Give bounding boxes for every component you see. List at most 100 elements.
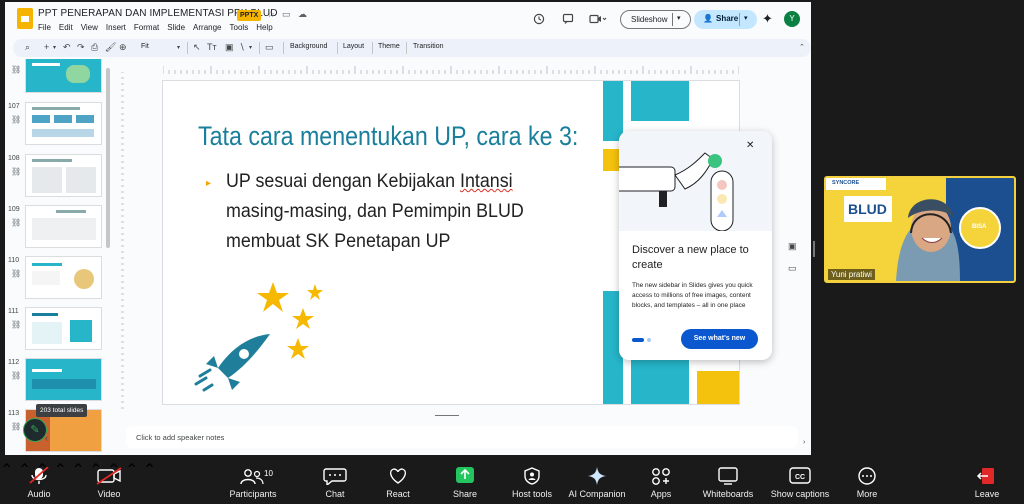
meeting-controls-bar: Audio ⌃ Video ⌃ Participants 10 ⌃ xyxy=(0,460,1024,504)
comments-icon[interactable] xyxy=(562,13,574,28)
new-slide-dropdown-icon[interactable]: ▾ xyxy=(53,44,56,51)
paint-format-icon[interactable]: 🖌 xyxy=(105,42,116,53)
insert-comment-icon[interactable]: ▭ xyxy=(265,42,274,53)
slide-thumbnail[interactable] xyxy=(25,256,102,299)
menu-file[interactable]: File xyxy=(38,23,51,32)
horizontal-ruler xyxy=(163,66,739,74)
whiteboard-icon xyxy=(718,467,738,485)
theme-button[interactable]: Theme xyxy=(378,43,400,50)
slideshow-dropdown-icon[interactable]: ▾ xyxy=(677,14,681,22)
slideshow-button[interactable]: Slideshow ▾ xyxy=(620,10,691,29)
menu-edit[interactable]: Edit xyxy=(59,23,73,32)
menu-slide[interactable]: Slide xyxy=(167,23,185,32)
line-icon[interactable]: ∖ xyxy=(239,42,245,53)
discover-sidebar-promo-card: ✕ Discover a new place to create The new… xyxy=(619,131,772,360)
misspelled-word[interactable]: Intansi xyxy=(460,171,513,192)
menu-format[interactable]: Format xyxy=(134,23,159,32)
linked-slide-icon: ⛓ xyxy=(11,65,22,74)
see-whats-new-button[interactable]: See what's new xyxy=(681,329,758,349)
slide-thumbnail[interactable] xyxy=(25,307,102,350)
move-folder-icon[interactable]: ▭ xyxy=(282,9,291,20)
whiteboards-button[interactable]: Whiteboards xyxy=(688,460,768,504)
transition-button[interactable]: Transition xyxy=(413,43,443,50)
leave-door-icon xyxy=(976,468,994,484)
line-dropdown-icon[interactable]: ▾ xyxy=(249,44,252,51)
slide-body-text[interactable]: UP sesuai dengan Kebijakan Intansi masin… xyxy=(226,167,536,257)
star-icon[interactable]: ☆ xyxy=(267,9,275,20)
speaker-notes-placeholder: Click to add speaker notes xyxy=(136,433,225,442)
notes-resize-handle[interactable] xyxy=(435,415,459,416)
leave-label: Leave xyxy=(974,489,1000,499)
new-slide-icon[interactable]: + xyxy=(44,42,49,52)
annotate-pen-icon[interactable]: ✎ xyxy=(23,418,47,442)
view-splitter-handle[interactable] xyxy=(813,241,815,257)
slide-number: 110 xyxy=(8,257,20,264)
slide-number: 113 xyxy=(8,410,20,417)
zoom-dropdown-icon[interactable]: ▾ xyxy=(177,44,180,51)
promo-pagination-dots xyxy=(632,338,651,342)
print-icon[interactable]: ⎙ xyxy=(91,42,98,53)
zoom-icon[interactable]: ⊕ xyxy=(119,42,127,53)
share-button[interactable]: 👤 Share ▾ xyxy=(694,10,757,29)
share-label: Share xyxy=(716,14,739,23)
participant-name-label: Yuni pratiwi xyxy=(828,269,875,280)
participants-label: Participants xyxy=(229,489,277,499)
promo-title: Discover a new place to create xyxy=(632,244,749,271)
menu-insert[interactable]: Insert xyxy=(106,23,126,32)
expand-right-panel-icon[interactable]: › xyxy=(803,439,805,446)
menu-view[interactable]: View xyxy=(81,23,98,32)
speaker-notes[interactable]: Click to add speaker notes xyxy=(126,426,798,448)
filmstrip-scrollbar[interactable] xyxy=(106,68,110,248)
participants-button[interactable]: Participants xyxy=(212,460,294,504)
share-person-icon: 👤 xyxy=(703,14,713,23)
cloud-status-icon[interactable]: ☁ xyxy=(298,9,307,20)
meet-camera-icon[interactable] xyxy=(589,13,607,28)
user-avatar[interactable]: Y xyxy=(784,11,800,27)
more-button[interactable]: More xyxy=(828,460,906,504)
file-format-badge: PPTX xyxy=(237,10,262,21)
background-title-text: BLUD xyxy=(848,201,887,217)
vertical-ruler xyxy=(121,72,124,409)
slides-logo-icon[interactable] xyxy=(17,8,33,29)
slide-title[interactable]: Tata cara menentukan UP, cara ke 3: xyxy=(198,121,578,152)
shared-screen-google-slides: PPT PENERAPAN DAN IMPLEMENTASI PPK BLUD … xyxy=(5,2,811,455)
slide-thumbnail[interactable] xyxy=(25,154,102,197)
gemini-sparkle-icon[interactable]: ✦ xyxy=(762,11,773,27)
slide-thumbnail[interactable] xyxy=(25,358,102,401)
leave-meeting-button[interactable]: Leave xyxy=(948,460,1024,504)
menu-tools[interactable]: Tools xyxy=(230,23,249,32)
background-badge-text: BISA xyxy=(972,224,987,230)
linked-slide-icon: ⛓ xyxy=(11,422,22,431)
menu-help[interactable]: Help xyxy=(256,23,272,32)
collapse-filmstrip-icon[interactable]: ‹ xyxy=(45,433,48,443)
menu-arrange[interactable]: Arrange xyxy=(193,23,221,32)
slide-thumbnail[interactable] xyxy=(25,205,102,248)
version-history-icon[interactable] xyxy=(533,13,545,28)
background-button[interactable]: Background xyxy=(290,43,327,50)
audio-button[interactable]: Audio xyxy=(0,460,78,504)
linked-slide-icon: ⛓ xyxy=(11,269,22,278)
slide-number: 108 xyxy=(8,155,20,162)
video-button[interactable]: Video xyxy=(70,460,148,504)
redo-icon[interactable]: ↷ xyxy=(77,42,85,53)
layout-button[interactable]: Layout xyxy=(343,43,364,50)
search-menus-icon[interactable]: ⌕ xyxy=(25,42,30,53)
bullet-arrow-icon: ▸ xyxy=(206,178,212,189)
image-icon[interactable]: ▣ xyxy=(225,42,234,53)
zoom-select[interactable]: Fit xyxy=(141,43,149,50)
text-box-icon[interactable]: Tт xyxy=(207,42,217,52)
slideshow-label: Slideshow xyxy=(631,15,668,24)
select-pointer-icon[interactable]: ↖ xyxy=(193,42,201,53)
audio-label: Audio xyxy=(27,489,51,499)
share-dropdown-icon[interactable]: ▾ xyxy=(744,14,748,22)
undo-icon[interactable]: ↶ xyxy=(63,42,71,53)
sidebar-folder-icon[interactable]: ▭ xyxy=(788,263,797,274)
collapse-toolbar-icon[interactable]: ⌃ xyxy=(799,43,805,51)
participant-video-tile[interactable]: SYNCORE BLUD BISA Yuni pratiwi xyxy=(824,176,1016,283)
participants-icon xyxy=(240,469,264,485)
slide-thumbnail[interactable] xyxy=(25,59,102,93)
slide-thumbnail[interactable] xyxy=(25,102,102,145)
linked-slide-icon: ⛓ xyxy=(11,218,22,227)
sidebar-images-icon[interactable]: ▣ xyxy=(788,241,797,252)
close-promo-icon[interactable]: ✕ xyxy=(746,140,754,151)
